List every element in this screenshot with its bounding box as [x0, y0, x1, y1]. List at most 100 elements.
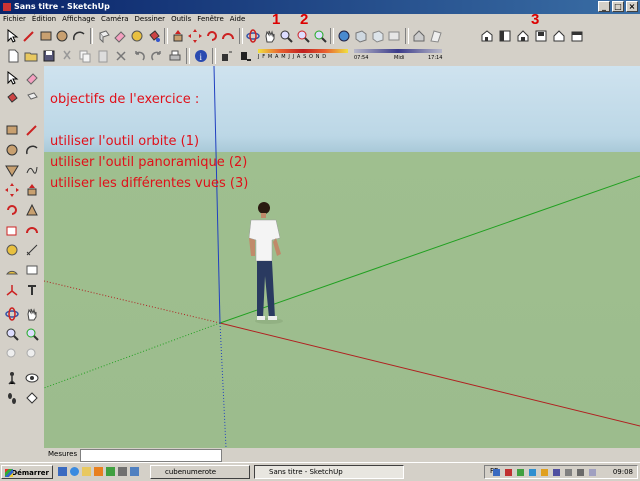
menu-aide[interactable]: Aide — [227, 14, 248, 25]
pencil-line-icon[interactable] — [22, 28, 37, 44]
polygon-icon[interactable] — [4, 162, 20, 178]
zoom-extents-icon[interactable] — [312, 28, 327, 44]
menu-dessiner[interactable]: Dessiner — [132, 14, 169, 25]
scale-icon[interactable] — [4, 222, 20, 238]
rotate-icon[interactable] — [204, 28, 219, 44]
display-shadows-icon[interactable] — [237, 48, 253, 64]
circle-icon[interactable] — [55, 28, 70, 44]
cut-icon[interactable] — [59, 48, 75, 64]
walk-icon[interactable] — [4, 390, 20, 406]
paint-bucket-icon[interactable] — [146, 28, 161, 44]
left-view-icon[interactable] — [569, 28, 585, 44]
iso-view-icon[interactable] — [479, 28, 495, 44]
share-model-icon[interactable] — [354, 28, 369, 44]
task-sketchup[interactable]: Sans titre - SketchUp — [254, 465, 404, 479]
move-tool-icon[interactable] — [4, 182, 20, 198]
menu-affichage[interactable]: Affichage — [59, 14, 98, 25]
tray-icon-6[interactable] — [553, 469, 560, 476]
eraser-icon[interactable] — [113, 28, 128, 44]
pan-hand-icon[interactable] — [262, 28, 277, 44]
share-component-icon[interactable] — [370, 28, 385, 44]
delete-icon[interactable] — [113, 48, 129, 64]
maximize-button[interactable]: □ — [612, 1, 624, 12]
measurements-input[interactable] — [80, 449, 222, 462]
menu-outils[interactable]: Outils — [168, 14, 194, 25]
start-button[interactable]: Démarrer — [1, 465, 53, 479]
back-view-icon[interactable] — [551, 28, 567, 44]
close-button[interactable]: × — [626, 1, 638, 12]
rotate-tool-icon[interactable] — [4, 202, 20, 218]
warehouse-icon[interactable] — [412, 28, 427, 44]
arc-icon[interactable] — [72, 28, 87, 44]
dimension-icon[interactable] — [24, 242, 40, 258]
tray-icon-1[interactable] — [493, 469, 500, 476]
select-tool-icon[interactable] — [5, 28, 20, 44]
undo-icon[interactable] — [131, 48, 147, 64]
shadow-time-slider[interactable]: 07:54 Midi 17:14 — [354, 48, 444, 64]
rect-icon[interactable] — [4, 122, 20, 138]
protractor-icon[interactable] — [4, 262, 20, 278]
menu-fenetre[interactable]: Fenêtre — [194, 14, 226, 25]
right-view-icon[interactable] — [533, 28, 549, 44]
section-plane-icon[interactable] — [24, 390, 40, 406]
text-icon[interactable] — [24, 262, 40, 278]
tray-icon-8[interactable] — [577, 469, 584, 476]
freehand-icon[interactable] — [24, 162, 40, 178]
rectangle-icon[interactable] — [38, 28, 53, 44]
tray-icon-9[interactable] — [589, 469, 596, 476]
tray-icon-4[interactable] — [529, 469, 536, 476]
model-info-icon[interactable]: i — [193, 48, 209, 64]
paint-icon[interactable] — [4, 90, 20, 106]
zoom-window-icon[interactable] — [296, 28, 311, 44]
top-view-icon[interactable] — [497, 28, 513, 44]
paste-icon[interactable] — [95, 48, 111, 64]
select-icon[interactable] — [4, 70, 20, 86]
eraser-tool-icon[interactable] — [24, 70, 40, 86]
menu-fichier[interactable]: Fichier — [0, 14, 29, 25]
tray-icon-3[interactable] — [517, 469, 524, 476]
save-icon[interactable] — [41, 48, 57, 64]
menu-camera[interactable]: Caméra — [98, 14, 131, 25]
quicklaunch-media-icon[interactable] — [94, 467, 103, 476]
offset-tool-icon[interactable] — [24, 222, 40, 238]
quicklaunch-ie-icon[interactable] — [70, 467, 79, 476]
arc-tool-icon[interactable] — [24, 142, 40, 158]
move-icon[interactable] — [188, 28, 203, 44]
line-icon[interactable] — [24, 122, 40, 138]
copy-icon[interactable] — [77, 48, 93, 64]
make-component-icon[interactable] — [96, 28, 111, 44]
axes-icon[interactable] — [4, 282, 20, 298]
tray-icon-7[interactable] — [565, 469, 572, 476]
zoom-extents-tool-icon[interactable] — [24, 326, 40, 342]
followme-icon[interactable] — [24, 202, 40, 218]
circle-tool-icon[interactable] — [4, 142, 20, 158]
preview-icon[interactable] — [428, 28, 443, 44]
open-file-icon[interactable] — [23, 48, 39, 64]
orbit-icon[interactable] — [246, 28, 261, 44]
push-pull-icon[interactable] — [171, 28, 186, 44]
shadow-month-slider[interactable]: J F M A M J J A S O N D — [258, 48, 350, 64]
position-camera-icon[interactable] — [4, 370, 20, 386]
offset-icon[interactable] — [221, 28, 236, 44]
next-view-icon[interactable] — [24, 346, 40, 362]
tape-measure-icon[interactable] — [130, 28, 145, 44]
previous-view-icon[interactable] — [4, 346, 20, 362]
new-file-icon[interactable] — [5, 48, 21, 64]
google-earth-icon[interactable] — [387, 28, 402, 44]
get-models-icon[interactable] — [337, 28, 352, 44]
quicklaunch-folder-icon[interactable] — [82, 467, 91, 476]
front-view-icon[interactable] — [515, 28, 531, 44]
look-around-icon[interactable] — [24, 370, 40, 386]
quicklaunch-app-icon[interactable] — [106, 467, 115, 476]
quicklaunch-app2-icon[interactable] — [118, 467, 127, 476]
minimize-button[interactable]: _ — [598, 1, 610, 12]
3d-text-icon[interactable] — [24, 282, 40, 298]
orbit-tool-icon[interactable] — [4, 306, 20, 322]
quicklaunch-app3-icon[interactable] — [130, 467, 139, 476]
component-icon[interactable] — [24, 90, 40, 106]
tape-icon[interactable] — [4, 242, 20, 258]
menu-edition[interactable]: Édition — [29, 14, 59, 25]
redo-icon[interactable] — [149, 48, 165, 64]
zoom-icon[interactable] — [279, 28, 294, 44]
drawing-viewport[interactable]: objectifs de l'exercice : utiliser l'out… — [44, 66, 640, 448]
